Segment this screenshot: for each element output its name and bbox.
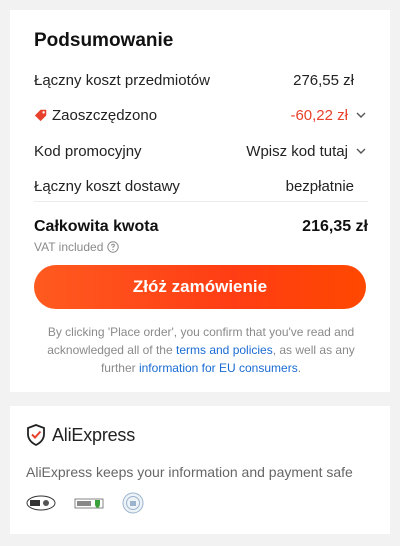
pci-badge-icon xyxy=(26,495,56,511)
certification-seal-icon xyxy=(122,492,144,514)
legal-notice: By clicking 'Place order', you confirm t… xyxy=(34,323,368,377)
security-badges xyxy=(26,492,162,514)
security-message: AliExpress keeps your information and pa… xyxy=(26,464,353,480)
summary-divider xyxy=(34,201,368,202)
savings-label: Zaoszczędzono xyxy=(52,106,158,124)
legal-text-3: . xyxy=(297,361,302,375)
summary-title: Podsumowanie xyxy=(34,30,174,51)
shipping-cost-label: Łączny koszt dostawy xyxy=(34,177,180,195)
promo-code-row[interactable]: Kod promocyjny Wpisz kod tutaj xyxy=(34,139,368,163)
shield-check-icon xyxy=(27,424,45,446)
secure-payment-badge-icon xyxy=(74,498,104,509)
eu-info-link[interactable]: information for EU consumers xyxy=(139,361,298,375)
vat-note-text: VAT included xyxy=(34,240,104,254)
promo-code-input[interactable]: Wpisz kod tutaj xyxy=(246,143,348,160)
savings-value: -60,22 zł xyxy=(290,106,348,124)
brand-name: AliExpress xyxy=(52,424,136,445)
shipping-cost-row: Łączny koszt dostawy bezpłatnie xyxy=(34,174,368,198)
chevron-down-icon[interactable] xyxy=(354,108,368,122)
total-label: Całkowita kwota xyxy=(34,218,159,235)
items-cost-row: Łączny koszt przedmiotów 276,55 zł xyxy=(34,68,368,92)
price-tag-icon xyxy=(34,109,47,122)
chevron-down-icon[interactable] xyxy=(354,144,368,158)
total-value: 216,35 zł xyxy=(302,218,368,235)
savings-row[interactable]: Zaoszczędzono -60,22 zł xyxy=(34,103,368,127)
info-icon[interactable] xyxy=(107,241,120,253)
promo-code-label: Kod promocyjny xyxy=(34,142,142,160)
vat-note: VAT included xyxy=(34,240,120,254)
shipping-cost-value: bezpłatnie xyxy=(285,177,354,195)
items-cost-value: 276,55 zł xyxy=(293,71,354,89)
items-cost-label: Łączny koszt przedmiotów xyxy=(34,71,210,89)
order-summary-card: Podsumowanie Łączny koszt przedmiotów 27… xyxy=(10,10,390,392)
terms-link[interactable]: terms and policies xyxy=(176,343,273,357)
brand-row: AliExpress xyxy=(26,424,135,446)
total-row: Całkowita kwota 216,35 zł xyxy=(34,218,368,236)
place-order-button[interactable]: Złóż zamówienie xyxy=(34,265,366,309)
trust-card: AliExpress AliExpress keeps your informa… xyxy=(10,406,390,534)
